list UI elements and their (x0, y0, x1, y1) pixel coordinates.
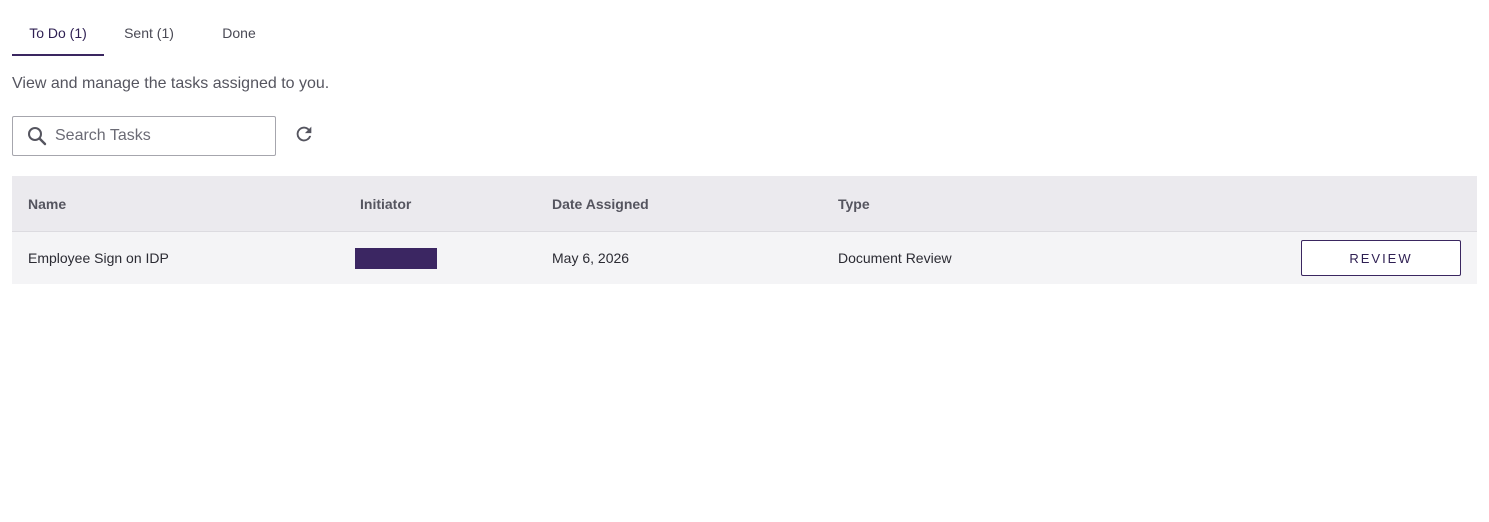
tab-to-do[interactable]: To Do (1) (12, 12, 104, 56)
date-assigned: May 6, 2026 (552, 250, 630, 266)
tab-sent[interactable]: Sent (1) (104, 12, 194, 56)
table-header: Name Initiator Date Assigned Type (12, 176, 1477, 232)
tab-done[interactable]: Done (194, 12, 284, 56)
search-icon (27, 126, 47, 146)
tab-bar: To Do (1) Sent (1) Done (12, 12, 284, 56)
task-name: Employee Sign on IDP (28, 250, 169, 266)
redacted-initiator (355, 247, 437, 269)
page-description: View and manage the tasks assigned to yo… (12, 75, 330, 92)
tasks-table: Name Initiator Date Assigned Type Employ… (12, 176, 1477, 284)
search-box[interactable] (12, 116, 276, 156)
table-row: Employee Sign on IDP May 6, 2026 Documen… (12, 232, 1477, 284)
initiator-cell (355, 232, 437, 284)
task-type: Document Review (838, 250, 952, 266)
review-button[interactable]: REVIEW (1301, 240, 1461, 276)
search-input[interactable] (55, 127, 255, 145)
task-page: To Do (1) Sent (1) Done View and manage … (0, 0, 1489, 522)
column-header-initiator: Initiator (360, 195, 412, 212)
refresh-icon (293, 123, 315, 150)
column-header-type: Type (838, 195, 870, 212)
column-header-name: Name (28, 195, 67, 212)
column-header-date-assigned: Date Assigned (552, 195, 649, 212)
refresh-button[interactable] (292, 124, 316, 148)
